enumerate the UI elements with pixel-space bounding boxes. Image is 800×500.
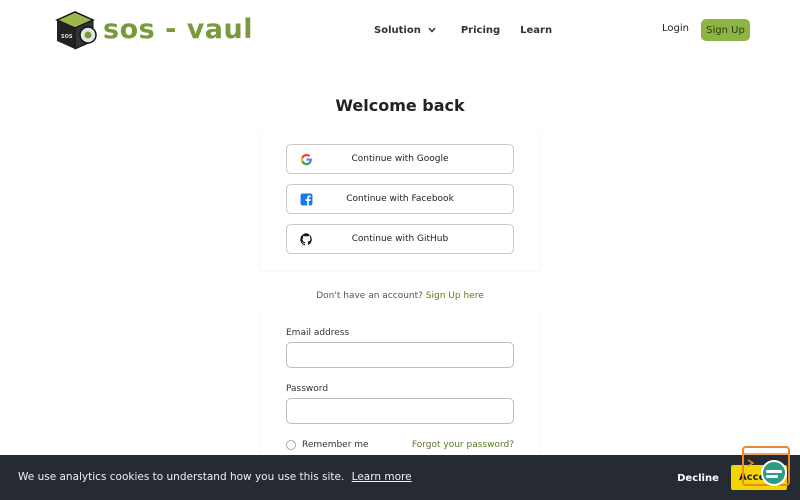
github-login-button[interactable]: Continue with GitHub (286, 224, 514, 254)
password-field[interactable] (286, 398, 514, 424)
cookie-text: We use analytics cookies to understand h… (18, 471, 345, 483)
nav-solution[interactable]: Solution (374, 25, 438, 36)
remember-me[interactable]: Remember me (286, 440, 369, 450)
nav-learn[interactable]: Learn (520, 25, 552, 36)
brand-logo[interactable]: SOS sos - vaul (53, 8, 253, 52)
email-field[interactable] (286, 342, 514, 368)
svg-text:SOS: SOS (61, 34, 73, 40)
cookie-banner: We use analytics cookies to understand h… (0, 455, 800, 500)
logo-icon: SOS (55, 11, 97, 50)
chevron-down-icon (428, 27, 436, 33)
facebook-login-label: Continue with Facebook (346, 194, 454, 204)
signup-button[interactable]: Sign Up (701, 19, 750, 41)
nav-pricing[interactable]: Pricing (461, 25, 500, 36)
decline-button[interactable]: Decline (672, 468, 724, 488)
facebook-icon (300, 193, 313, 206)
login-form-card: Email address Password Remember me Forgo… (260, 312, 540, 462)
signup-here-link[interactable]: Sign Up here (426, 291, 484, 301)
remember-me-checkbox[interactable] (286, 440, 296, 450)
email-label: Email address (286, 328, 350, 338)
google-icon (300, 153, 312, 166)
nav-solution-label: Solution (374, 24, 421, 36)
cookie-message: We use analytics cookies to understand h… (18, 471, 412, 483)
header: SOS sos - vaul Solution Pricing Learn Lo… (0, 0, 800, 60)
github-icon (300, 233, 312, 246)
github-login-label: Continue with GitHub (351, 234, 449, 244)
password-label: Password (286, 384, 329, 394)
signup-prompt-text: Don't have an account? (316, 291, 423, 301)
nav-pricing-label: Pricing (460, 24, 501, 36)
social-login-card: Continue with Google Continue with Faceb… (260, 130, 540, 270)
main-nav: Solution Pricing Learn (374, 22, 552, 38)
facebook-login-button[interactable]: Continue with Facebook (286, 184, 514, 214)
remember-me-label: Remember me (302, 440, 369, 450)
nav-learn-label: Learn (520, 24, 553, 36)
forgot-password-link[interactable]: Forgot your password? (412, 440, 514, 450)
brand-name: sos - vaul (103, 14, 253, 45)
google-login-label: Continue with Google (351, 154, 449, 164)
login-link[interactable]: Login (662, 23, 689, 34)
learn-more-link[interactable]: Learn more (352, 471, 412, 483)
page-title: Welcome back (335, 96, 465, 115)
signup-prompt: Don't have an account? Sign Up here (0, 291, 800, 301)
chat-widget-icon[interactable] (742, 446, 790, 488)
google-login-button[interactable]: Continue with Google (286, 144, 514, 174)
